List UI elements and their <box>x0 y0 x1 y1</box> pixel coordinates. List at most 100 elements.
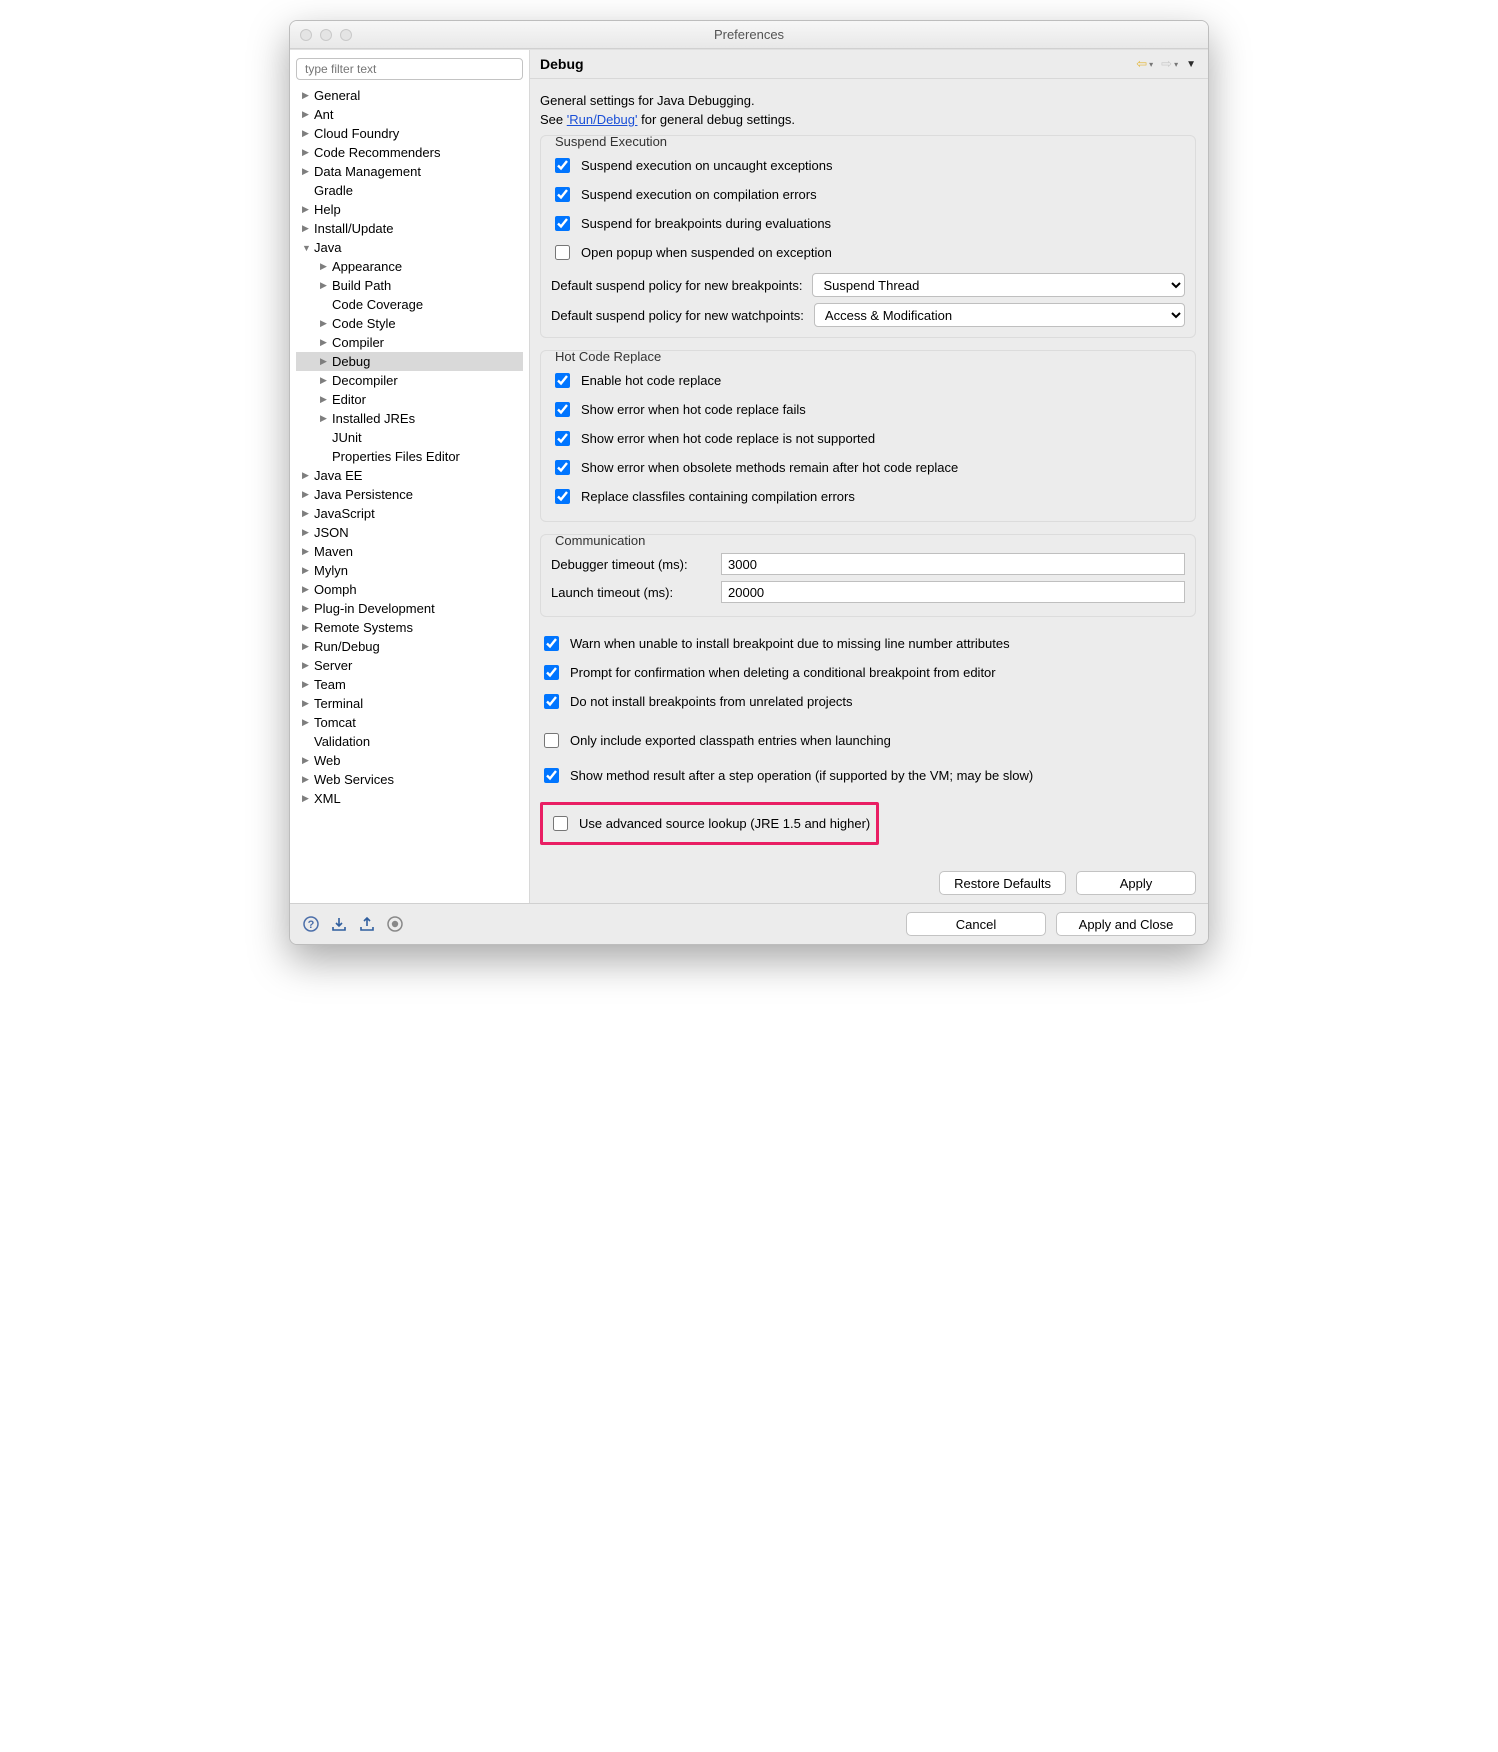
tree-item-remote-systems[interactable]: ▶Remote Systems <box>296 618 523 637</box>
chevron-right-icon[interactable]: ▶ <box>302 603 312 614</box>
hcr-enable-checkbox[interactable] <box>555 373 570 388</box>
tree-item-properties-files-editor[interactable]: Properties Files Editor <box>296 447 523 466</box>
tree-item-web-services[interactable]: ▶Web Services <box>296 770 523 789</box>
chevron-right-icon[interactable]: ▶ <box>320 375 330 386</box>
exported-classpath-checkbox[interactable] <box>544 733 559 748</box>
chevron-right-icon[interactable]: ▶ <box>302 584 312 595</box>
chevron-right-icon[interactable]: ▶ <box>302 660 312 671</box>
apply-button[interactable]: Apply <box>1076 871 1196 895</box>
tree-item-installed-jres[interactable]: ▶Installed JREs <box>296 409 523 428</box>
chevron-right-icon[interactable]: ▶ <box>302 109 312 120</box>
forward-menu-icon[interactable]: ▾ <box>1174 60 1178 69</box>
tree-item-terminal[interactable]: ▶Terminal <box>296 694 523 713</box>
chevron-right-icon[interactable]: ▶ <box>302 470 312 481</box>
back-icon[interactable]: ⇦ <box>1136 56 1147 72</box>
tree-item-help[interactable]: ▶Help <box>296 200 523 219</box>
export-icon[interactable] <box>358 915 376 933</box>
chevron-right-icon[interactable]: ▶ <box>302 717 312 728</box>
tree-item-compiler[interactable]: ▶Compiler <box>296 333 523 352</box>
chevron-down-icon[interactable]: ▼ <box>302 243 312 253</box>
tree-item-maven[interactable]: ▶Maven <box>296 542 523 561</box>
show-method-result-checkbox[interactable] <box>544 768 559 783</box>
breakpoint-policy-select[interactable]: Suspend Thread <box>812 273 1185 297</box>
debugger-timeout-input[interactable] <box>721 553 1185 575</box>
tree-item-build-path[interactable]: ▶Build Path <box>296 276 523 295</box>
tree-item-tomcat[interactable]: ▶Tomcat <box>296 713 523 732</box>
tree-item-java[interactable]: ▼Java <box>296 238 523 257</box>
forward-icon[interactable]: ⇨ <box>1161 56 1172 72</box>
chevron-right-icon[interactable]: ▶ <box>302 128 312 139</box>
tree-item-install-update[interactable]: ▶Install/Update <box>296 219 523 238</box>
chevron-right-icon[interactable]: ▶ <box>302 698 312 709</box>
tree-item-ant[interactable]: ▶Ant <box>296 105 523 124</box>
chevron-right-icon[interactable]: ▶ <box>302 774 312 785</box>
suspend-eval-checkbox[interactable] <box>555 216 570 231</box>
back-menu-icon[interactable]: ▾ <box>1149 60 1153 69</box>
chevron-right-icon[interactable]: ▶ <box>302 679 312 690</box>
hcr-unsupported-error-checkbox[interactable] <box>555 431 570 446</box>
hcr-fail-error-checkbox[interactable] <box>555 402 570 417</box>
tree-item-web[interactable]: ▶Web <box>296 751 523 770</box>
chevron-right-icon[interactable]: ▶ <box>320 394 330 405</box>
chevron-right-icon[interactable]: ▶ <box>302 508 312 519</box>
tree-item-plug-in-development[interactable]: ▶Plug-in Development <box>296 599 523 618</box>
tree-item-appearance[interactable]: ▶Appearance <box>296 257 523 276</box>
suspend-uncaught-checkbox[interactable] <box>555 158 570 173</box>
tree-item-team[interactable]: ▶Team <box>296 675 523 694</box>
tree-item-code-coverage[interactable]: Code Coverage <box>296 295 523 314</box>
chevron-right-icon[interactable]: ▶ <box>302 204 312 215</box>
restore-defaults-button[interactable]: Restore Defaults <box>939 871 1066 895</box>
tree-item-debug[interactable]: ▶Debug <box>296 352 523 371</box>
chevron-right-icon[interactable]: ▶ <box>320 356 330 367</box>
tree-item-code-recommenders[interactable]: ▶Code Recommenders <box>296 143 523 162</box>
tree-item-run-debug[interactable]: ▶Run/Debug <box>296 637 523 656</box>
import-icon[interactable] <box>330 915 348 933</box>
chevron-right-icon[interactable]: ▶ <box>320 318 330 329</box>
tree-item-gradle[interactable]: Gradle <box>296 181 523 200</box>
warn-line-numbers-checkbox[interactable] <box>544 636 559 651</box>
chevron-right-icon[interactable]: ▶ <box>302 622 312 633</box>
tree-item-validation[interactable]: Validation <box>296 732 523 751</box>
chevron-right-icon[interactable]: ▶ <box>302 166 312 177</box>
tree-item-junit[interactable]: JUnit <box>296 428 523 447</box>
tree-item-cloud-foundry[interactable]: ▶Cloud Foundry <box>296 124 523 143</box>
chevron-right-icon[interactable]: ▶ <box>320 413 330 424</box>
tree-item-general[interactable]: ▶General <box>296 86 523 105</box>
tree-item-json[interactable]: ▶JSON <box>296 523 523 542</box>
tree-item-javascript[interactable]: ▶JavaScript <box>296 504 523 523</box>
oomph-record-icon[interactable] <box>386 915 404 933</box>
launch-timeout-input[interactable] <box>721 581 1185 603</box>
chevron-right-icon[interactable]: ▶ <box>302 755 312 766</box>
tree-item-java-ee[interactable]: ▶Java EE <box>296 466 523 485</box>
tree-item-data-management[interactable]: ▶Data Management <box>296 162 523 181</box>
chevron-right-icon[interactable]: ▶ <box>302 527 312 538</box>
apply-and-close-button[interactable]: Apply and Close <box>1056 912 1196 936</box>
chevron-right-icon[interactable]: ▶ <box>302 565 312 576</box>
tree-item-mylyn[interactable]: ▶Mylyn <box>296 561 523 580</box>
watchpoint-policy-select[interactable]: Access & Modification <box>814 303 1185 327</box>
tree-item-decompiler[interactable]: ▶Decompiler <box>296 371 523 390</box>
chevron-right-icon[interactable]: ▶ <box>302 90 312 101</box>
prompt-delete-cond-bp-checkbox[interactable] <box>544 665 559 680</box>
help-icon[interactable]: ? <box>302 915 320 933</box>
suspend-compile-checkbox[interactable] <box>555 187 570 202</box>
tree-item-oomph[interactable]: ▶Oomph <box>296 580 523 599</box>
tree-item-code-style[interactable]: ▶Code Style <box>296 314 523 333</box>
advanced-source-lookup-checkbox[interactable] <box>553 816 568 831</box>
chevron-right-icon[interactable]: ▶ <box>302 489 312 500</box>
chevron-right-icon[interactable]: ▶ <box>320 261 330 272</box>
chevron-right-icon[interactable]: ▶ <box>320 337 330 348</box>
unrelated-projects-checkbox[interactable] <box>544 694 559 709</box>
cancel-button[interactable]: Cancel <box>906 912 1046 936</box>
tree-item-xml[interactable]: ▶XML <box>296 789 523 808</box>
view-menu-icon[interactable]: ▼ <box>1186 59 1196 70</box>
chevron-right-icon[interactable]: ▶ <box>302 223 312 234</box>
hcr-obsolete-error-checkbox[interactable] <box>555 460 570 475</box>
tree-item-server[interactable]: ▶Server <box>296 656 523 675</box>
tree-item-java-persistence[interactable]: ▶Java Persistence <box>296 485 523 504</box>
filter-input[interactable] <box>296 58 523 80</box>
run-debug-link[interactable]: 'Run/Debug' <box>567 112 638 127</box>
chevron-right-icon[interactable]: ▶ <box>302 147 312 158</box>
tree-item-editor[interactable]: ▶Editor <box>296 390 523 409</box>
hcr-replace-classfiles-checkbox[interactable] <box>555 489 570 504</box>
